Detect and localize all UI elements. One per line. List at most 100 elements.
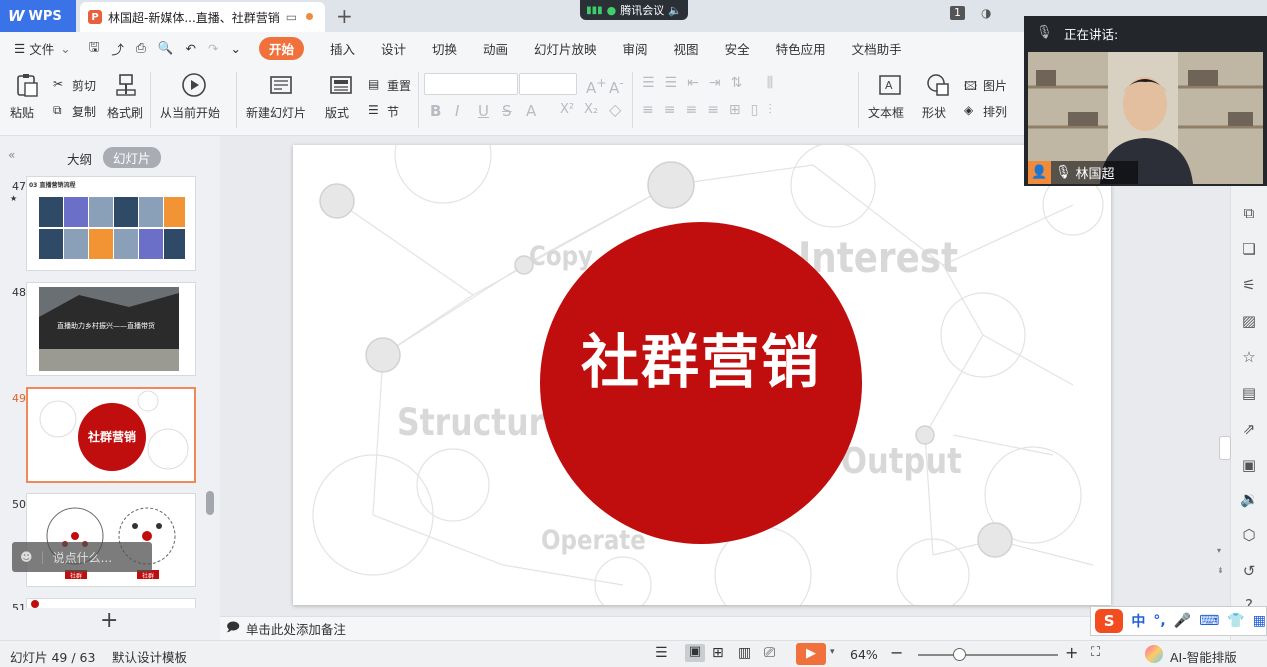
shapes-icon[interactable]: ❏	[1240, 240, 1258, 258]
tab-slideshow[interactable]: 幻灯片放映	[534, 39, 597, 58]
chevron-down-icon[interactable]: ▾	[830, 647, 835, 657]
zoom-in-icon[interactable]: +	[1065, 643, 1078, 662]
properties-icon[interactable]: ⚟	[1240, 276, 1258, 294]
tab-insert[interactable]: 插入	[330, 39, 355, 58]
new-slide-icon[interactable]	[268, 72, 294, 98]
picture-edit-icon[interactable]: ▨	[1240, 312, 1258, 330]
reset-button[interactable]: 重置	[387, 77, 411, 94]
history-icon[interactable]: ↺	[1240, 562, 1258, 580]
tab-view[interactable]: 视图	[674, 39, 699, 58]
tab-features[interactable]: 特色应用	[776, 39, 826, 58]
chat-placeholder[interactable]: 说点什么...	[53, 549, 112, 566]
file-menu[interactable]: 文件	[29, 39, 54, 58]
strikethrough-icon[interactable]: S	[502, 102, 512, 120]
font-family-select[interactable]	[424, 73, 518, 95]
ai-icon[interactable]	[1145, 645, 1163, 663]
notes-bar[interactable]: 🗩 单击此处添加备注	[220, 616, 1230, 640]
tab-design[interactable]: 设计	[381, 39, 406, 58]
ime-toolbar[interactable]: S 中 °, 🎤 ⌨ 👕 ▦	[1090, 606, 1267, 636]
template-name[interactable]: 默认设计模板	[112, 647, 187, 666]
scroll-down-icon[interactable]: ▾	[1217, 546, 1221, 555]
document-tab[interactable]: P 林国超-新媒体...直播、社群营销 ▭	[80, 2, 325, 32]
smiley-icon[interactable]: ☻	[20, 550, 33, 564]
tab-start[interactable]: 开始	[258, 36, 304, 60]
shape-button[interactable]: 形状	[922, 104, 946, 121]
zoom-level[interactable]: 64%	[850, 647, 878, 662]
tab-outline[interactable]: 大纲	[67, 149, 92, 168]
slide-thumbnail-48[interactable]: 直播助力乡村振兴——直播带货	[26, 282, 196, 376]
ime-language[interactable]: 中	[1131, 611, 1145, 631]
redo-icon[interactable]: ↷	[208, 41, 218, 56]
copy-icon[interactable]: ⧉	[53, 103, 62, 118]
zoom-out-icon[interactable]: −	[890, 643, 903, 662]
archive-icon[interactable]: ▤	[1240, 384, 1258, 402]
tab-transition[interactable]: 切换	[432, 39, 457, 58]
cut-icon[interactable]: ✂	[53, 77, 63, 91]
tab-doc-assistant[interactable]: 文档助手	[852, 39, 902, 58]
tab-slides[interactable]: 幻灯片	[103, 147, 161, 168]
section-icon[interactable]: ☰	[368, 103, 379, 117]
zoom-slider-handle[interactable]	[953, 648, 966, 661]
print-preview-icon[interactable]: 🔍	[158, 40, 174, 56]
increase-font-icon[interactable]: A+	[586, 75, 607, 97]
slide-thumbnail-50[interactable]: 社群 社群	[26, 493, 196, 587]
format-painter-icon[interactable]	[113, 72, 139, 98]
copy-button[interactable]: 复制	[72, 103, 96, 120]
tab-animation[interactable]: 动画	[483, 39, 508, 58]
play-from-current-button[interactable]: 从当前开始	[160, 104, 220, 121]
normal-view-icon[interactable]: ▣	[685, 644, 705, 662]
shape-icon[interactable]	[925, 72, 951, 98]
wps-home-tab[interactable]: W WPS	[0, 0, 76, 32]
share-out-icon[interactable]: ⇗	[1240, 420, 1258, 438]
bold-icon[interactable]: B	[430, 102, 441, 120]
image-icon[interactable]: ▣	[1240, 456, 1258, 474]
clear-format-icon[interactable]: ◇	[609, 100, 621, 119]
reset-icon[interactable]: ▤	[368, 77, 379, 91]
sogou-logo-icon[interactable]: S	[1095, 609, 1124, 633]
picture-icon[interactable]: 🖾	[964, 77, 977, 98]
superscript-icon[interactable]: X²	[560, 102, 574, 117]
notes-toggle-icon[interactable]: ☰	[655, 645, 668, 661]
format-painter-button[interactable]: 格式刷	[107, 104, 143, 121]
zoom-slider-track[interactable]	[918, 654, 1058, 656]
print-icon[interactable]: ⎙	[136, 40, 146, 56]
more-icon[interactable]: ⌄	[230, 41, 240, 56]
picture-button[interactable]: 图片	[983, 77, 1007, 94]
fit-window-icon[interactable]: ⛶	[1091, 645, 1100, 660]
chat-input-pill[interactable]: ☻ | 说点什么...	[12, 542, 152, 572]
font-size-select[interactable]	[519, 73, 577, 95]
slide-thumbnail-51[interactable]	[26, 598, 196, 608]
text-box-button[interactable]: 文本框	[868, 104, 904, 121]
cloud-icon[interactable]: ◑	[981, 6, 991, 20]
star-icon[interactable]: ☆	[1240, 348, 1258, 366]
underline-icon[interactable]: U	[478, 102, 489, 120]
layout-button[interactable]: 版式	[325, 104, 349, 121]
arrange-button[interactable]: 排列	[983, 103, 1007, 120]
collapse-panel-icon[interactable]: «	[8, 148, 15, 162]
hamburger-icon[interactable]: ☰	[14, 41, 25, 56]
window-count-badge[interactable]: 1	[950, 6, 965, 20]
section-button[interactable]: 节	[387, 103, 399, 120]
current-slide[interactable]: Copy Interest Structure Output Operate 社…	[293, 145, 1111, 605]
skin-icon[interactable]: 👕	[1227, 613, 1244, 629]
undo-icon[interactable]: ↶	[185, 41, 195, 56]
tab-security[interactable]: 安全	[725, 39, 750, 58]
canvas-scrollbar-thumb[interactable]	[1219, 436, 1231, 460]
reading-view-icon[interactable]: ▥	[738, 645, 751, 661]
cut-button[interactable]: 剪切	[72, 77, 96, 94]
layers-icon[interactable]: ⧉	[1240, 204, 1258, 222]
tab-review[interactable]: 审阅	[623, 39, 648, 58]
punctuation-icon[interactable]: °,	[1153, 613, 1165, 629]
meeting-bar[interactable]: ▮▮▮ ● 腾讯会议 🔈	[580, 0, 688, 20]
ai-layout-button[interactable]: AI-智能排版	[1170, 647, 1237, 666]
monitor-icon[interactable]: ▭	[286, 10, 297, 24]
shield-icon[interactable]: ⬡	[1240, 526, 1258, 544]
toolbox-icon[interactable]: ▦	[1253, 613, 1266, 629]
list-tools-icons[interactable]: ☰☰⇤⇥⇅ ⫼	[642, 75, 783, 91]
new-slide-button[interactable]: 新建幻灯片	[246, 104, 306, 121]
paste-button[interactable]: 粘贴	[10, 104, 34, 121]
decrease-font-icon[interactable]: A-	[609, 75, 624, 97]
chevron-down-icon[interactable]: ⌄	[60, 41, 70, 56]
new-tab-button[interactable]: +	[336, 4, 353, 28]
layout-icon[interactable]	[328, 72, 354, 98]
